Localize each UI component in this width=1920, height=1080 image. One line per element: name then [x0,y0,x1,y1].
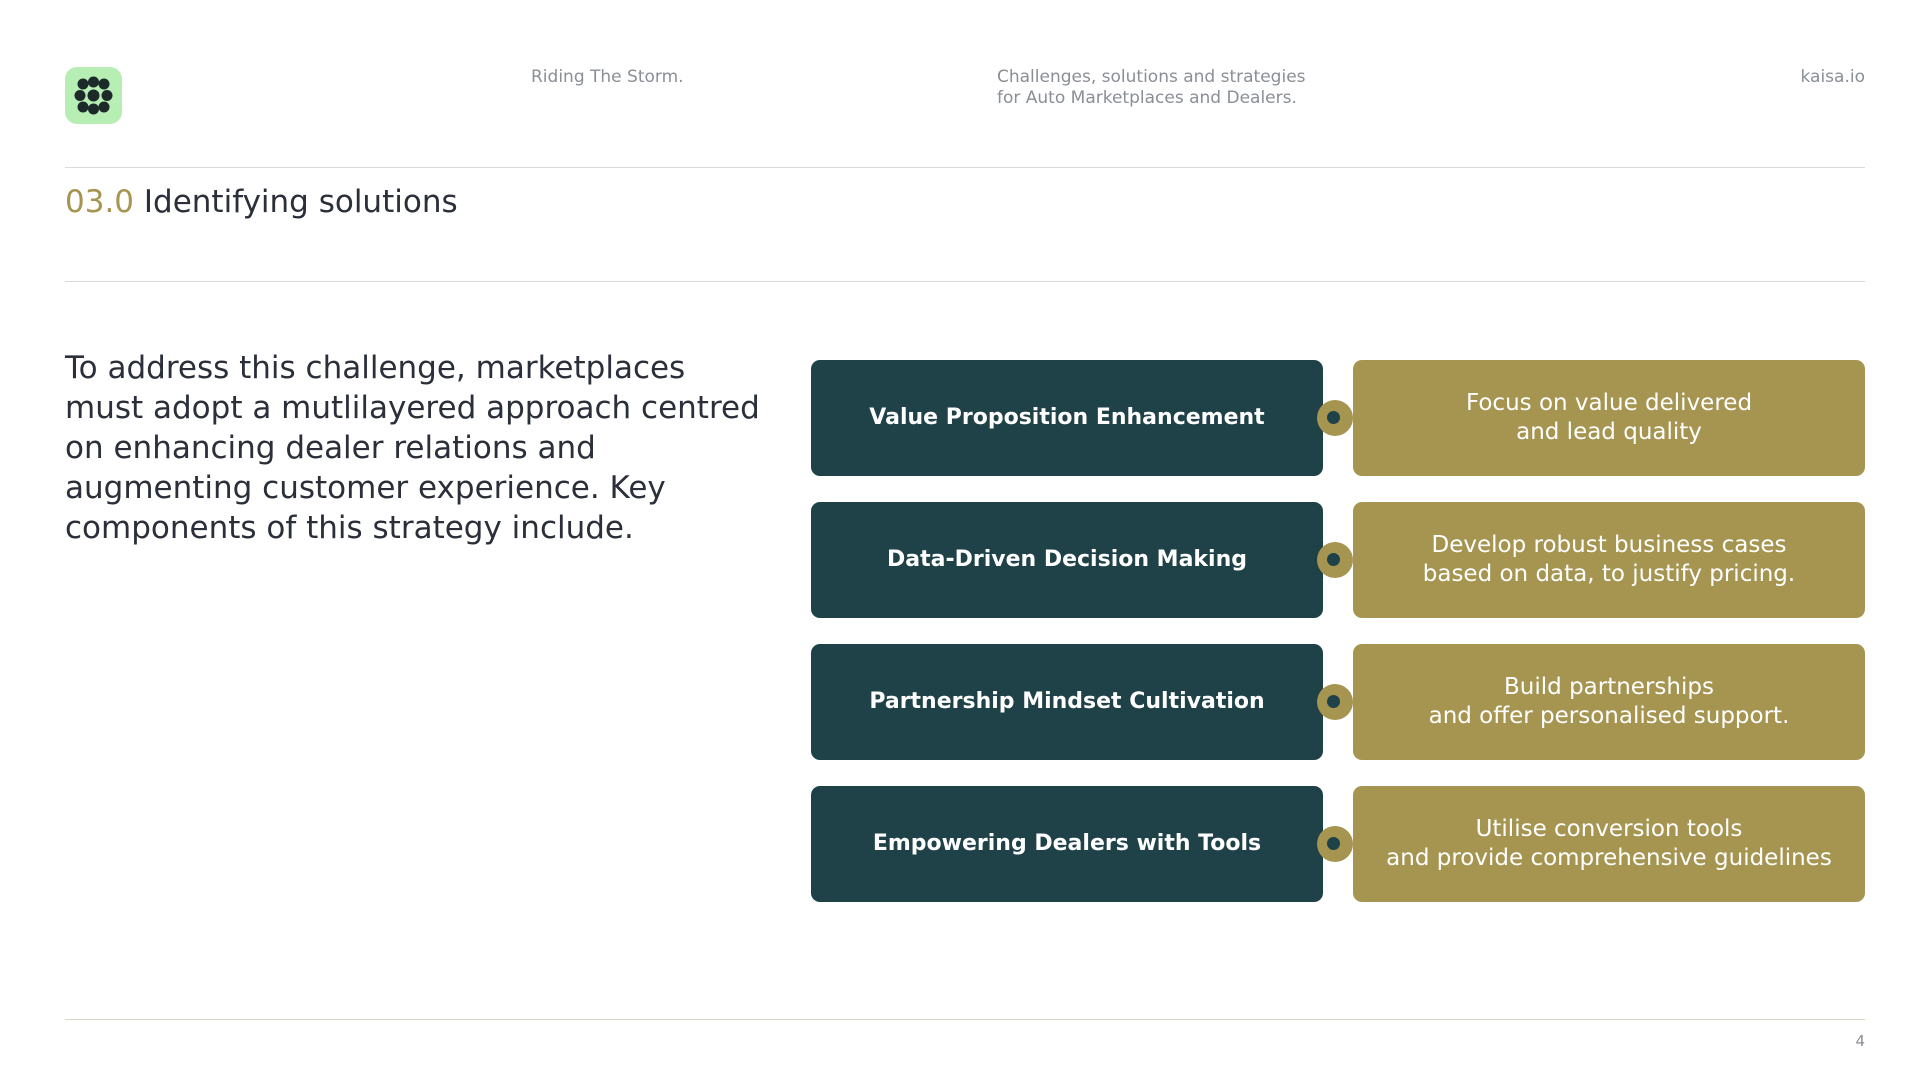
strategy-label: Value Proposition Enhancement [869,405,1265,430]
page-number: 4 [1855,1032,1865,1050]
document-title: Riding The Storm. [531,67,684,87]
connector-dot [1327,695,1340,708]
intro-paragraph: To address this challenge, marketplaces … [65,350,760,546]
connector-notch [1323,716,1353,760]
connector-notch [1323,502,1353,546]
strategy-row: Partnership Mindset Cultivation Build pa… [811,644,1865,760]
connector-node-icon [1317,542,1353,578]
strategy-detail: Utilise conversion tools and provide com… [1386,816,1832,871]
strategy-label-card: Data-Driven Decision Making [811,502,1323,618]
strategy-label-card: Partnership Mindset Cultivation [811,644,1323,760]
strategy-label-card: Value Proposition Enhancement [811,360,1323,476]
connector-notch [1323,360,1353,404]
connector-notch [1323,786,1353,830]
strategy-detail-card: Develop robust business cases based on d… [1353,502,1865,618]
connector-node-icon [1317,826,1353,862]
footer-divider [65,1019,1865,1020]
section-divider [65,281,1865,282]
connector-notch [1323,574,1353,618]
header-divider [65,167,1865,168]
strategy-row: Empowering Dealers with Tools Utilise co… [811,786,1865,902]
strategy-detail: Focus on value delivered and lead qualit… [1465,390,1753,445]
document-subtitle: Challenges, solutions and strategies for… [997,67,1306,108]
connector-node-icon [1317,400,1353,436]
connector-notch [1323,858,1353,902]
brand-link[interactable]: kaisa.io [1801,67,1866,88]
strategy-row: Data-Driven Decision Making Develop robu… [811,502,1865,618]
section-heading: 03.0 Identifying solutions [65,182,458,222]
section-title: Identifying solutions [143,184,458,220]
strategy-detail-card: Focus on value delivered and lead qualit… [1353,360,1865,476]
strategy-list: Value Proposition Enhancement Focus on v… [811,360,1865,928]
strategy-label: Data-Driven Decision Making [887,547,1247,572]
connector-node-icon [1317,684,1353,720]
strategy-row: Value Proposition Enhancement Focus on v… [811,360,1865,476]
connector-notch [1323,644,1353,688]
connector-dot [1327,411,1340,424]
connector-dot [1327,837,1340,850]
connector-dot [1327,553,1340,566]
strategy-detail-card: Build partnerships and offer personalise… [1353,644,1865,760]
strategy-detail-card: Utilise conversion tools and provide com… [1353,786,1865,902]
strategy-detail: Build partnerships and offer personalise… [1428,674,1790,729]
connector-notch [1323,432,1353,476]
strategy-label-card: Empowering Dealers with Tools [811,786,1323,902]
strategy-label: Partnership Mindset Cultivation [869,689,1265,714]
kaisa-logo-icon [65,67,122,124]
strategy-label: Empowering Dealers with Tools [872,831,1262,856]
section-number: 03.0 [65,184,135,220]
strategy-detail: Develop robust business cases based on d… [1422,532,1796,587]
